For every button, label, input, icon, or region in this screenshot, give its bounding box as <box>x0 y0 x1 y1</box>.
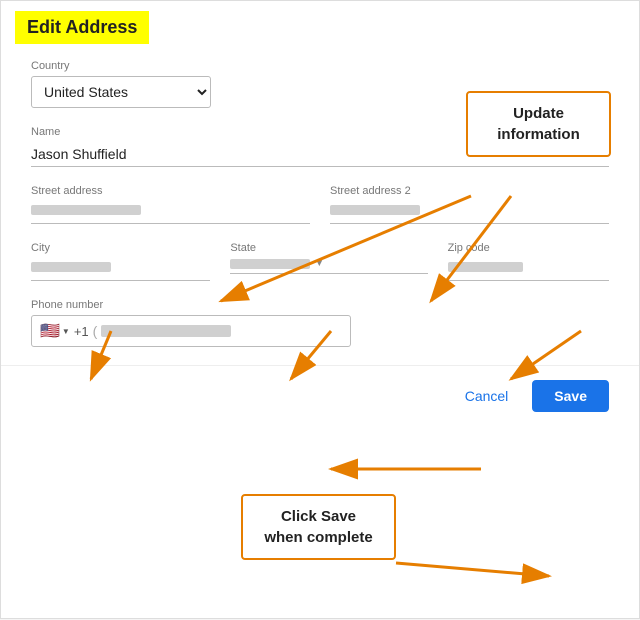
state-col: State ▼ <box>230 242 427 281</box>
click-save-callout: Click Savewhen complete <box>241 494 396 560</box>
street2-col: Street address 2 <box>330 185 609 224</box>
street-row: Street address Street address 2 <box>31 185 609 224</box>
update-information-callout: Updateinformation <box>466 91 611 157</box>
country-select[interactable]: United States <box>31 76 211 108</box>
page-container: Edit Address Country United States Name … <box>0 0 640 619</box>
street2-label: Street address 2 <box>330 185 609 197</box>
phone-group: Phone number 🇺🇸 ▼ +1 ( <box>31 299 609 347</box>
cancel-button[interactable]: Cancel <box>453 380 521 412</box>
city-label: City <box>31 242 210 254</box>
city-col: City <box>31 242 210 281</box>
street1-label: Street address <box>31 185 310 197</box>
city-state-zip-row: City State ▼ Zip code <box>31 242 609 281</box>
state-label: State <box>230 242 427 254</box>
phone-masked <box>101 325 231 337</box>
phone-label: Phone number <box>31 299 609 311</box>
street1-col: Street address <box>31 185 310 224</box>
save-button[interactable]: Save <box>532 380 609 412</box>
phone-paren: ( <box>93 323 98 339</box>
country-code: +1 <box>74 324 89 339</box>
flag-caret-icon: ▼ <box>62 327 70 336</box>
footer-row: Cancel Save <box>1 365 639 426</box>
page-title: Edit Address <box>15 11 149 44</box>
zip-label: Zip code <box>448 242 609 254</box>
us-flag-icon: 🇺🇸 <box>40 321 60 341</box>
country-label: Country <box>31 60 609 72</box>
phone-row: 🇺🇸 ▼ +1 ( <box>31 315 351 347</box>
zip-col: Zip code <box>448 242 609 281</box>
flag-selector[interactable]: 🇺🇸 ▼ <box>40 321 70 341</box>
